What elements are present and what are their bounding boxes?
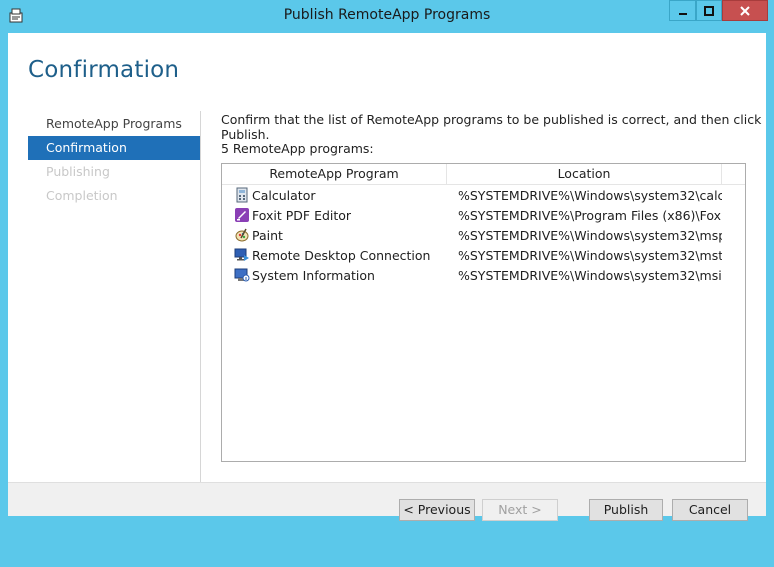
program-location: %SYSTEMDRIVE%\Program Files (x86)\Foxit … xyxy=(458,207,722,223)
wizard-steps-nav: RemoteApp Programs Confirmation Publishi… xyxy=(28,112,200,208)
table-row[interactable]: Paint %SYSTEMDRIVE%\Windows\system32\msp… xyxy=(222,225,745,245)
close-button[interactable] xyxy=(722,0,768,21)
list-header: RemoteApp Program Location xyxy=(222,164,745,185)
instructions-text: Confirm that the list of RemoteApp progr… xyxy=(221,112,762,142)
minimize-button[interactable] xyxy=(669,0,696,21)
remote-desktop-icon xyxy=(234,247,250,263)
column-header-program[interactable]: RemoteApp Program xyxy=(222,164,447,184)
calculator-icon xyxy=(234,187,250,203)
program-location: %SYSTEMDRIVE%\Windows\system32\mspaint..… xyxy=(458,227,722,243)
publish-remoteapp-window: Publish RemoteApp Programs Confirmation … xyxy=(0,0,774,567)
minimize-icon xyxy=(678,12,687,15)
nav-item-publishing: Publishing xyxy=(46,164,110,179)
program-location: %SYSTEMDRIVE%\Windows\system32\calc.exe xyxy=(458,187,722,203)
program-name: Remote Desktop Connection xyxy=(252,247,431,263)
close-icon xyxy=(740,5,750,16)
nav-item-completion: Completion xyxy=(46,188,118,203)
program-count-label: 5 RemoteApp programs: xyxy=(221,141,374,156)
page-title: Confirmation xyxy=(28,57,180,83)
programs-list[interactable]: RemoteApp Program Location Calculator %S… xyxy=(221,163,746,462)
foxit-pdf-icon xyxy=(234,207,250,223)
column-header-location[interactable]: Location xyxy=(447,164,722,184)
table-row[interactable]: Calculator %SYSTEMDRIVE%\Windows\system3… xyxy=(222,185,745,205)
column-header-filler xyxy=(722,164,745,184)
publish-button[interactable]: Publish xyxy=(589,499,663,521)
window-title: Publish RemoteApp Programs xyxy=(283,7,491,23)
wizard-body: Confirmation RemoteApp Programs Confirma… xyxy=(8,33,766,521)
table-row[interactable]: Foxit PDF Editor %SYSTEMDRIVE%\Program F… xyxy=(222,205,745,225)
paint-icon xyxy=(234,227,250,243)
list-rows: Calculator %SYSTEMDRIVE%\Windows\system3… xyxy=(222,185,745,285)
program-location: %SYSTEMDRIVE%\Windows\system32\mstsc.exe xyxy=(458,247,722,263)
nav-divider xyxy=(200,111,201,496)
program-name: Foxit PDF Editor xyxy=(252,207,352,223)
nav-item-confirmation[interactable]: Confirmation xyxy=(28,136,200,160)
program-name: System Information xyxy=(252,267,375,283)
table-row[interactable]: Remote Desktop Connection %SYSTEMDRIVE%\… xyxy=(222,245,745,265)
program-location: %SYSTEMDRIVE%\Windows\system32\msinfo3..… xyxy=(458,267,722,283)
table-row[interactable]: System Information %SYSTEMDRIVE%\Windows… xyxy=(222,265,745,285)
next-button: Next > xyxy=(482,499,558,521)
nav-item-remoteapp-programs[interactable]: RemoteApp Programs xyxy=(28,112,200,136)
maximize-button[interactable] xyxy=(696,0,722,21)
maximize-icon xyxy=(704,5,714,16)
previous-button[interactable]: < Previous xyxy=(399,499,475,521)
system-information-icon xyxy=(234,267,250,283)
program-name: Paint xyxy=(252,227,283,243)
program-name: Calculator xyxy=(252,187,316,203)
cancel-button[interactable]: Cancel xyxy=(672,499,748,521)
title-bar[interactable]: Publish RemoteApp Programs xyxy=(0,0,774,33)
